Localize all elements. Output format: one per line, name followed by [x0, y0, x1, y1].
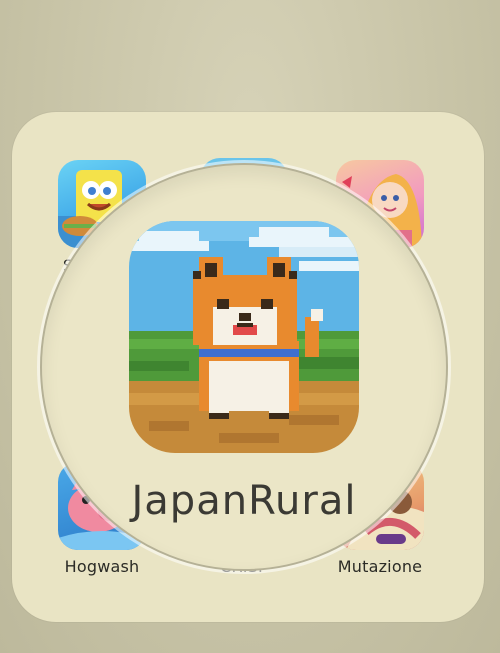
mutazione-app-label: Mutazione: [337, 557, 423, 576]
japanrural-app-label: JapanRural: [131, 478, 357, 524]
hogwash-app-label: Hogwash: [64, 557, 140, 576]
japanrural-app-icon[interactable]: [129, 221, 359, 453]
magnifier-loupe: JapanRural: [40, 163, 448, 571]
shiba-dog-pixel-icon: [129, 221, 359, 453]
